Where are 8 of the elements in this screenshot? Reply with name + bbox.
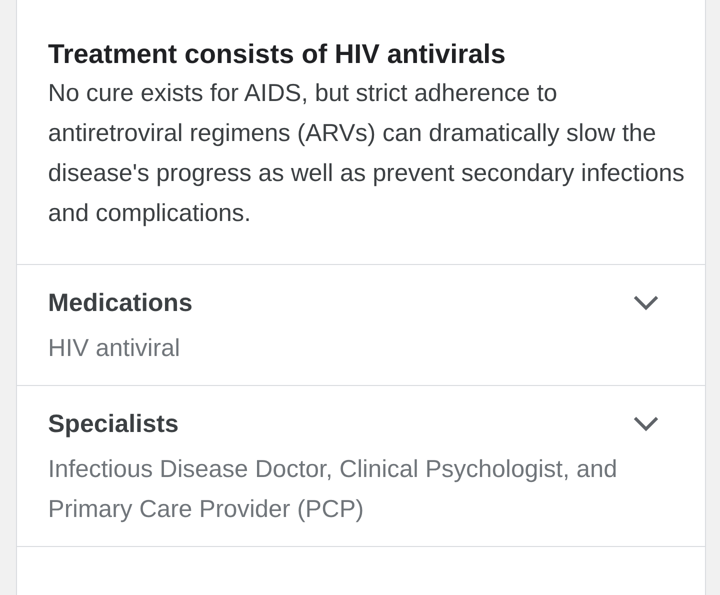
chevron-icon[interactable] xyxy=(633,295,659,311)
section-title[interactable]: Specialists xyxy=(48,406,179,442)
chevron-icon[interactable] xyxy=(633,416,659,432)
section-title[interactable]: Medications xyxy=(48,285,192,321)
section-text: HIV antiviral xyxy=(48,334,182,364)
section-text: Infectious Disease Doctor, Clinical Psychologist, and Primary Care Provider (PCP) xyxy=(48,455,618,525)
section-heading: Treatment consists of HIV antivirals xyxy=(48,38,507,71)
description-paragraph: No cure exists for AIDS, but strict adherence to antiretroviral regimens (ARVs) can dramatically slow the disease's progress as well as prevent secondary infections and complications. xyxy=(48,79,685,229)
